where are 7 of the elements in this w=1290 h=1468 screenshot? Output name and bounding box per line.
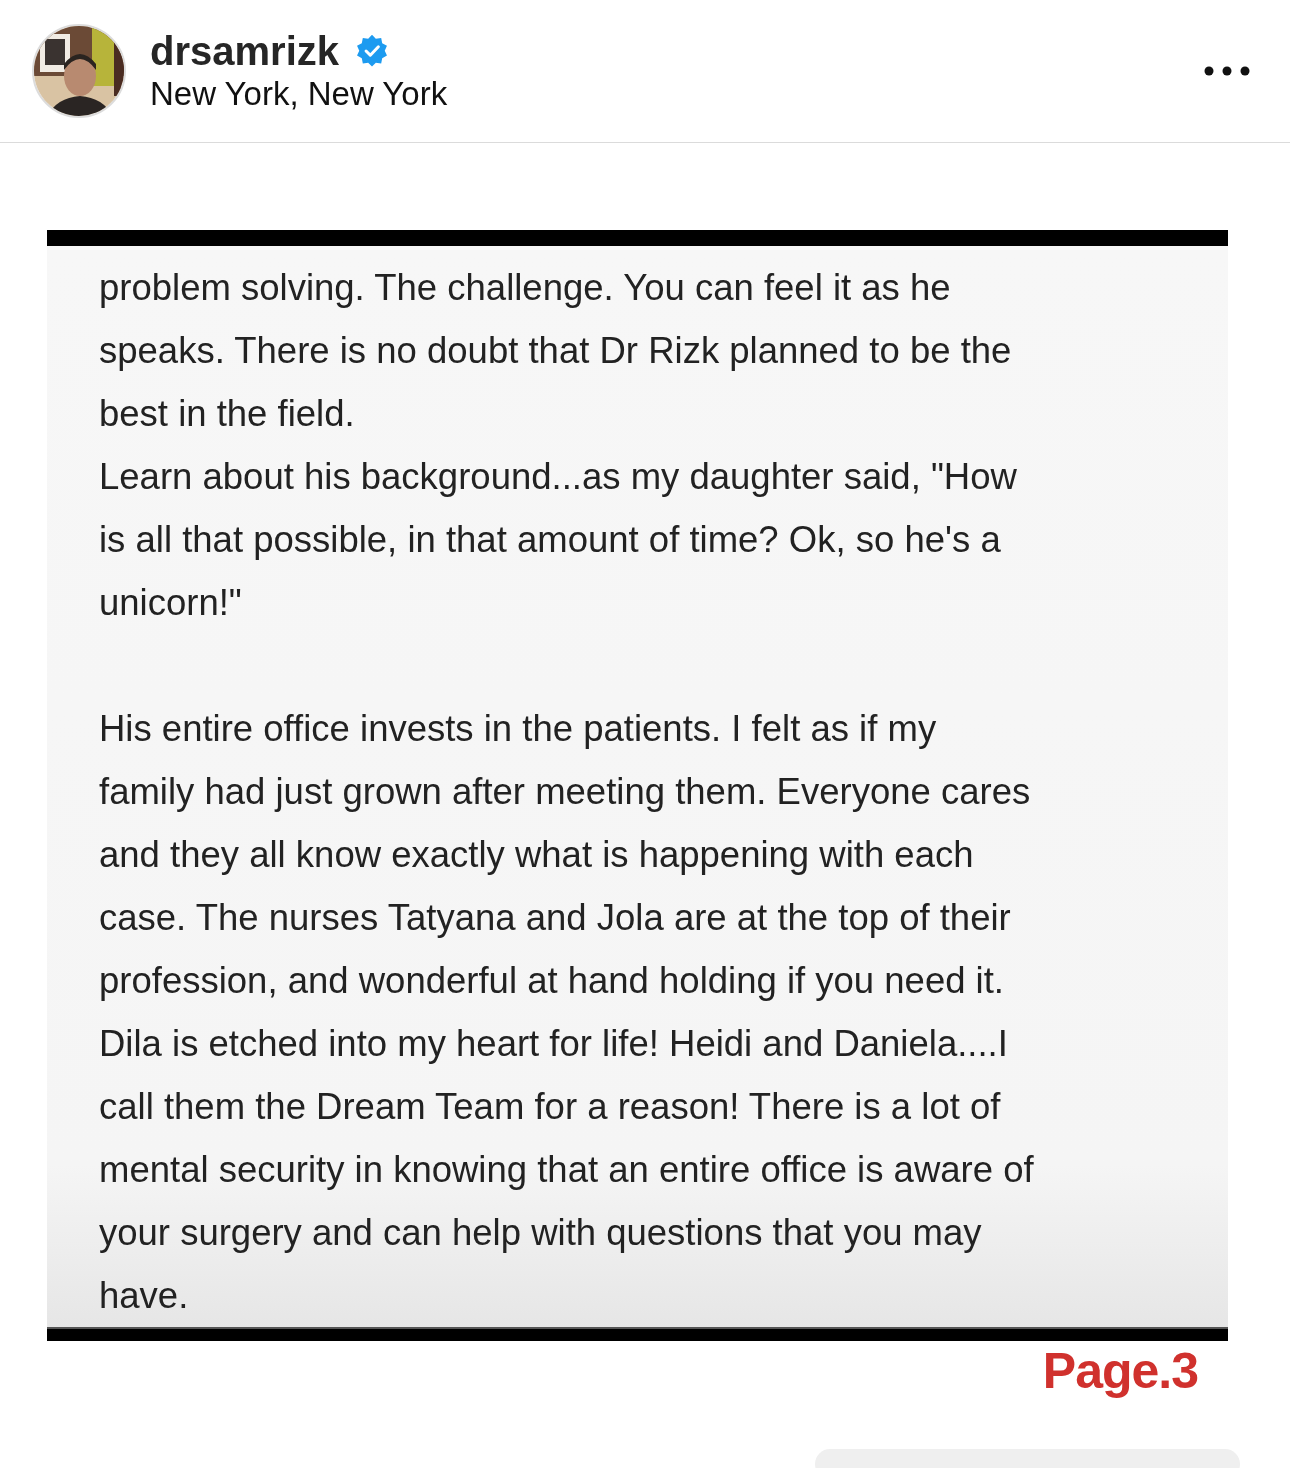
page-label: Page.3: [1042, 1342, 1198, 1401]
review-paragraph: His entire office invests in the patients. I felt as if my family had just grown after meeting them. Everyone cares and they all know exactly what is happening with each case. The nurses Tatyana and Jola are at the top of their profession, and wonderful at hand holding if you need it. Dila is etched into my heart for life! Heidi and Daniela....I call them the Dream Team for a reason! There is a lot of mental security in knowing that an entire office is aware of your surgery and can help with questions that you may have.: [99, 707, 1034, 1318]
more-icon[interactable]: [1204, 66, 1250, 76]
location-text[interactable]: New York, New York: [150, 74, 1204, 114]
username[interactable]: drsamrizk: [150, 28, 339, 75]
review-paragraph: Learn about his background...as my daughter said, "How is all that possible, in that amount of time? Ok, so he's a unicorn!": [99, 455, 1017, 625]
review-paragraph: problem solving. The challenge. You can feel it as he speaks. There is no doubt that Dr Rizk planned to be the best in the field.: [99, 266, 1012, 436]
